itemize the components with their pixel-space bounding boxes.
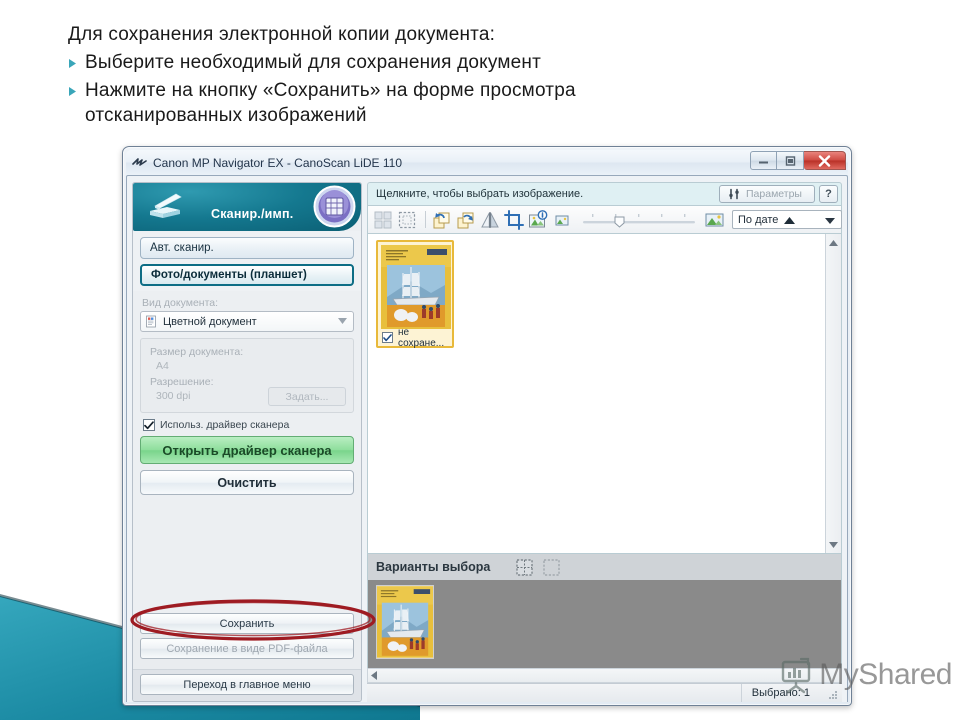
flatbed-scanner-icon [150,193,182,218]
main-menu-row: Переход в главное меню [133,669,361,701]
params-label: Параметры [746,188,802,200]
select-all-icon[interactable] [372,209,394,231]
close-button[interactable] [804,151,846,170]
album-grid-icon[interactable] [313,185,356,228]
zoom-slider[interactable] [580,212,698,228]
variants-horizontal-scrollbar[interactable] [367,668,842,683]
document-size-value: A4 [156,360,169,372]
checkbox-checked-icon [143,419,155,431]
right-panel: Щелкните, чтобы выбрать изображение. Пар… [367,182,842,702]
variant-thumbnail-1[interactable] [376,585,434,659]
left-panel-spacer [133,495,361,613]
watermark: MyShared [777,656,952,694]
hint-text: Щелкните, чтобы выбрать изображение. [376,188,584,200]
small-thumbnail-icon[interactable] [551,209,573,231]
size-resolution-box: Размер документа: A4 Разрешение: 300 dpi… [140,338,354,413]
slide-lead-text: Для сохранения электронной копии докумен… [68,24,496,45]
document-settings: Вид документа: Цветной документ Размер д… [133,291,361,495]
scroll-up-icon[interactable] [827,236,840,249]
slide-bullet-item: Нажмите на кнопку «Сохранить» на форме п… [68,78,668,129]
mode-button-auto-scan[interactable]: Авт. сканир. [140,237,354,259]
mode-title: Сканир./имп. [211,207,294,221]
window-titlebar[interactable]: Canon MP Navigator EX - CanoScan LiDE 11… [126,150,848,175]
params-button[interactable]: Параметры [719,185,815,203]
thumbnail-area: не сохране... [367,233,842,554]
mode-button-photo-documents[interactable]: Фото/документы (планшет) [140,264,354,286]
myshared-easel-icon [782,657,811,694]
settings-sliders-icon [729,188,739,200]
thumbnail-item[interactable]: не сохране... [376,240,454,349]
document-type-select[interactable]: Цветной документ [140,311,354,332]
thumbnail-image [381,245,451,329]
mode-button-group: Авт. сканир. Фото/документы (планшет) [133,231,361,291]
save-as-pdf-button[interactable]: Сохранение в виде PDF-файла [140,638,354,659]
maximize-button[interactable] [777,151,804,170]
deselect-all-icon[interactable] [543,558,560,576]
watermark-text: MyShared [819,658,952,691]
slide-text-block: Для сохранения электронной копии докумен… [68,22,668,131]
window-controls [750,151,846,170]
variants-title: Варианты выбора [376,560,491,574]
mode-header: Сканир./имп. [133,183,361,231]
bullet-triangle-icon [68,78,85,96]
select-all-icon[interactable] [516,558,533,576]
document-type-value: Цветной документ [163,315,257,328]
rotate-left-icon[interactable] [431,209,453,231]
bullet-triangle-icon [68,50,85,69]
image-toolbar: По дате [367,206,842,233]
variants-header: Варианты выбора [367,554,842,580]
scroll-left-icon[interactable] [371,667,377,685]
chevron-down-icon [338,317,347,326]
toolbar-separator [425,211,426,228]
use-scanner-driver-label: Использ. драйвер сканера [160,419,290,431]
hint-bar: Щелкните, чтобы выбрать изображение. Пар… [367,182,842,206]
setup-button[interactable]: Задать... [268,387,346,406]
slide-bullet-text: Выберите необходимый для сохранения доку… [85,52,541,74]
save-button[interactable]: Сохранить [140,613,354,634]
scroll-down-icon[interactable] [827,538,840,551]
rotate-right-icon[interactable] [455,209,477,231]
thumbnail-caption-text: не сохране... [398,326,445,349]
crop-icon[interactable] [503,209,525,231]
window-client-area: Сканир./имп. Авт. сканир. Фото/документы… [126,175,848,702]
status-bar-left [367,684,742,702]
status-bar: Выбрано: 1 [367,683,842,702]
thumbnail-strip: не сохране... [368,234,825,553]
use-scanner-driver-checkbox[interactable]: Использ. драйвер сканера [143,419,354,431]
application-window: Canon MP Navigator EX - CanoScan LiDE 11… [122,146,852,706]
sort-order-label: По дате [738,213,779,226]
canon-logo-icon [132,157,147,166]
large-thumbnail-icon[interactable] [703,209,725,231]
clear-button[interactable]: Очистить [140,470,354,495]
window-title: Canon MP Navigator EX - CanoScan LiDE 11… [153,155,403,170]
slide-bullet-text: Нажмите на кнопку «Сохранить» на форме п… [85,79,576,127]
thumbnail-vertical-scrollbar[interactable] [825,234,841,553]
document-size-label: Размер документа: [150,346,244,358]
help-button[interactable]: ? [819,185,838,203]
image-info-icon[interactable] [527,209,549,231]
deselect-all-icon[interactable] [396,209,418,231]
sort-ascending-icon [784,211,796,229]
left-panel-actions: Сохранить Сохранение в виде PDF-файла [133,613,361,669]
thumbnail-caption[interactable]: не сохране... [381,326,449,349]
slide-bullet-item: Выберите необходимый для сохранения доку… [68,50,668,75]
left-panel: Сканир./имп. Авт. сканир. Фото/документы… [132,182,362,702]
open-scanner-driver-button[interactable]: Открыть драйвер сканера [140,436,354,464]
variants-body [367,580,842,668]
flip-horizontal-icon[interactable] [479,209,501,231]
minimize-button[interactable] [750,151,777,170]
document-type-label: Вид документа: [142,297,219,309]
sort-order-select[interactable]: По дате [732,210,842,229]
go-to-main-menu-button[interactable]: Переход в главное меню [140,674,354,695]
chevron-down-icon [825,211,835,229]
checkbox-checked-icon[interactable] [382,332,393,343]
color-document-icon [146,315,156,328]
